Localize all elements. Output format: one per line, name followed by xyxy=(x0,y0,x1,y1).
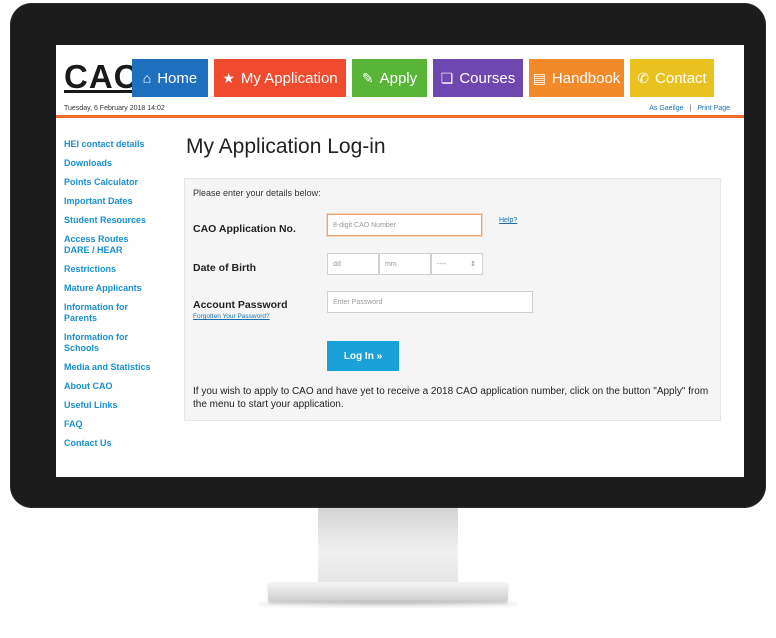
nav-contact[interactable]: ✆ Contact xyxy=(630,59,714,97)
sidebar-item-contact-us[interactable]: Contact Us xyxy=(64,438,174,449)
phone-icon: ✆ xyxy=(637,69,650,86)
screen: CAO ⌂ Home ★ My Application ✎ Apply ❏ Co… xyxy=(56,45,744,477)
application-number-input[interactable]: 8-digit CAO Number xyxy=(327,214,482,236)
dob-year-value: ---- xyxy=(437,260,447,268)
link-separator: | xyxy=(689,105,692,112)
select-arrows-icon: ⇕ xyxy=(470,261,476,268)
nav-courses[interactable]: ❏ Courses xyxy=(433,59,523,97)
dob-month-input[interactable]: mm xyxy=(379,253,431,275)
forgotten-password-link[interactable]: Forgotten Your Password? xyxy=(193,313,270,320)
account-password-label: Account Password xyxy=(193,299,288,311)
nav-my-application-label: My Application xyxy=(240,69,338,87)
application-number-label: CAO Application No. xyxy=(193,223,296,235)
header-divider xyxy=(56,115,744,118)
sidebar-item-faq[interactable]: FAQ xyxy=(64,419,174,430)
sidebar-item-student-resources[interactable]: Student Resources xyxy=(64,215,174,226)
page-title: My Application Log-in xyxy=(186,135,386,158)
sidebar-item-information-for-schools[interactable]: Information for Schools xyxy=(64,332,144,354)
sidebar-item-media-and-statistics[interactable]: Media and Statistics xyxy=(64,362,174,373)
nav-my-application[interactable]: ★ My Application xyxy=(214,59,346,97)
nav-home-label: Home xyxy=(157,69,198,87)
password-input[interactable]: Enter Password xyxy=(327,291,533,313)
star-icon: ★ xyxy=(222,69,235,86)
sidebar-item-important-dates[interactable]: Important Dates xyxy=(64,196,174,207)
gaeilge-link[interactable]: As Gaeilge xyxy=(649,105,683,112)
edit-icon: ✎ xyxy=(361,69,374,86)
nav-courses-label: Courses xyxy=(459,69,516,87)
top-links: As Gaeilge | Print Page xyxy=(649,105,730,112)
sidebar-item-dare-hear[interactable]: DARE / HEAR xyxy=(64,245,174,256)
current-date: Tuesday, 6 February 2018 14:02 xyxy=(64,105,165,112)
home-icon: ⌂ xyxy=(142,70,152,86)
print-page-link[interactable]: Print Page xyxy=(697,105,730,112)
stand-shadow xyxy=(258,600,518,608)
apply-note: If you wish to apply to CAO and have yet… xyxy=(193,386,709,410)
main-nav: ⌂ Home ★ My Application ✎ Apply ❏ Course… xyxy=(132,59,714,97)
monitor-stand-base xyxy=(268,582,508,602)
dob-day-input[interactable]: dd xyxy=(327,253,379,275)
login-button[interactable]: Log In » xyxy=(327,341,399,371)
book-icon: ❏ xyxy=(440,69,454,86)
nav-handbook-label: Handbook xyxy=(551,69,621,87)
nav-apply[interactable]: ✎ Apply xyxy=(352,59,427,97)
sidebar-item-downloads[interactable]: Downloads xyxy=(64,158,174,169)
sidebar: HEI contact details Downloads Points Cal… xyxy=(64,139,174,457)
sidebar-item-restrictions[interactable]: Restrictions xyxy=(64,264,174,275)
login-panel: Please enter your details below: CAO App… xyxy=(184,178,721,421)
sidebar-item-access-routes[interactable]: Access Routes xyxy=(64,234,174,245)
sidebar-item-points-calculator[interactable]: Points Calculator xyxy=(64,177,174,188)
sidebar-item-information-for-parents[interactable]: Information for Parents xyxy=(64,302,144,324)
login-intro: Please enter your details below: xyxy=(193,188,321,198)
sidebar-item-hei-contact-details[interactable]: HEI contact details xyxy=(64,139,174,150)
date-of-birth-label: Date of Birth xyxy=(193,262,256,274)
monitor-bezel: CAO ⌂ Home ★ My Application ✎ Apply ❏ Co… xyxy=(10,3,766,508)
handbook-icon: ▤ xyxy=(532,69,546,86)
nav-handbook[interactable]: ▤ Handbook xyxy=(529,59,624,97)
nav-contact-label: Contact xyxy=(655,69,707,87)
monitor-stand-neck xyxy=(318,508,458,582)
help-link[interactable]: Help? xyxy=(499,217,517,224)
sidebar-item-useful-links[interactable]: Useful Links xyxy=(64,400,174,411)
nav-apply-label: Apply xyxy=(379,69,418,87)
cao-logo[interactable]: CAO xyxy=(64,59,140,95)
sidebar-item-mature-applicants[interactable]: Mature Applicants xyxy=(64,283,174,294)
dob-year-select[interactable]: ---- ⇕ xyxy=(431,253,483,275)
nav-home[interactable]: ⌂ Home xyxy=(132,59,208,97)
sidebar-item-about-cao[interactable]: About CAO xyxy=(64,381,174,392)
